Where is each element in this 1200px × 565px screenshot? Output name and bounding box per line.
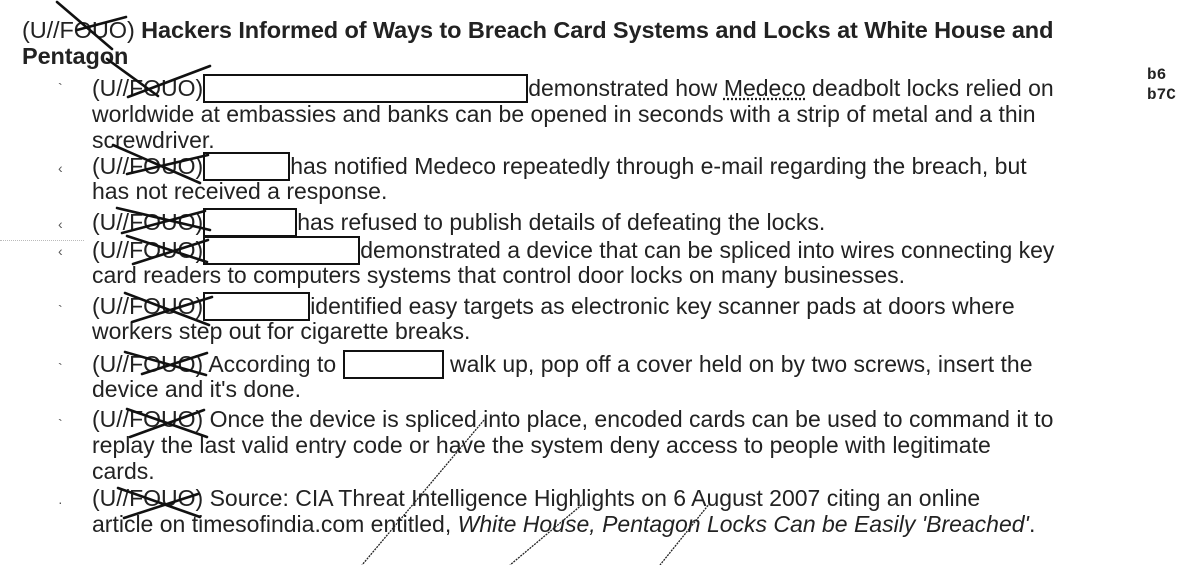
title-text: Hackers Informed of Ways to Breach Card … — [141, 17, 1054, 43]
classification-marking: (U//FOUO) — [92, 293, 204, 319]
bullet-1-line-3: screwdriver. — [92, 127, 215, 153]
classification-marking: (U//FOUO) — [92, 153, 204, 179]
bullet-marker: ` — [58, 80, 63, 96]
bullet-5-line-1: (U//FOUO) identified easy targets as elec… — [92, 292, 1015, 321]
bullet-1-line-2: worldwide at embassies and banks can be … — [92, 101, 1036, 127]
article-title: White House, Pentagon Locks Can be Easil… — [457, 511, 1029, 537]
bullet-7-line-1: (U//FOUO) Once the device is spliced int… — [92, 406, 1054, 432]
bullet-5-line-2: workers step out for cigarette breaks. — [92, 318, 471, 344]
document-page: (U//FOUO) Hackers Informed of Ways to Br… — [0, 0, 1200, 565]
redaction-box — [203, 74, 529, 103]
bullet-2-line-1: (U//FOUO) has notified Medeco repeatedly … — [92, 152, 1027, 181]
redaction-box — [203, 236, 361, 265]
exemption-code-b7c: b7C — [1147, 86, 1176, 104]
bullet-marker: ‹ — [58, 216, 63, 232]
bullet-4-line-1: (U//FOUO) demonstrated a device that can … — [92, 236, 1055, 265]
classification-marking: (U//FOUO) — [22, 17, 135, 43]
classification-marking: (U//FOUO) — [92, 75, 204, 101]
bullet-3-line-1: (U//FOUO) has refused to publish details … — [92, 208, 826, 237]
bullet-marker: ‹ — [58, 160, 63, 176]
classification-marking: (U//FOUO) — [92, 237, 204, 263]
bullet-6-line-1: (U//FOUO) According to walk up, pop off … — [92, 350, 1033, 379]
redaction-box — [203, 152, 291, 181]
bullet-6-line-2: device and it's done. — [92, 376, 301, 402]
bullet-1-line-1: (U//FOUO) demonstrated how Medeco deadbol… — [92, 74, 1054, 103]
bullet-marker: ‹ — [58, 243, 63, 259]
bullet-7-line-3: cards. — [92, 458, 155, 484]
bullet-marker: ` — [58, 360, 63, 376]
bullet-8-line-2: article on timesofindia.com entitled, Wh… — [92, 511, 1036, 537]
classification-marking: (U//FOUO) — [92, 485, 204, 511]
bullet-marker: ` — [58, 416, 63, 432]
redaction-box — [203, 292, 311, 321]
bullet-marker: · — [58, 494, 63, 510]
margin-dotted-line — [0, 240, 84, 241]
bullet-7-line-2: replay the last valid entry code or have… — [92, 432, 991, 458]
document-title: (U//FOUO) Hackers Informed of Ways to Br… — [22, 17, 1142, 69]
classification-marking: (U//FOUO) — [92, 209, 204, 235]
bullet-2-line-2: has not received a response. — [92, 178, 388, 204]
classification-marking: (U//FOUO) — [92, 406, 204, 432]
redaction-box — [203, 208, 298, 237]
redaction-box — [342, 350, 444, 379]
bullet-4-line-2: card readers to computers systems that c… — [92, 262, 906, 288]
title-text-line2: Pentagon — [22, 43, 129, 69]
medeco-underlined: Medeco — [723, 75, 806, 101]
exemption-code-b6: b6 — [1147, 66, 1167, 84]
bullet-marker: ` — [58, 302, 63, 318]
classification-marking: (U//FOUO) — [92, 351, 204, 377]
bullet-8-line-1: (U//FOUO) Source: CIA Threat Intelligenc… — [92, 485, 981, 511]
